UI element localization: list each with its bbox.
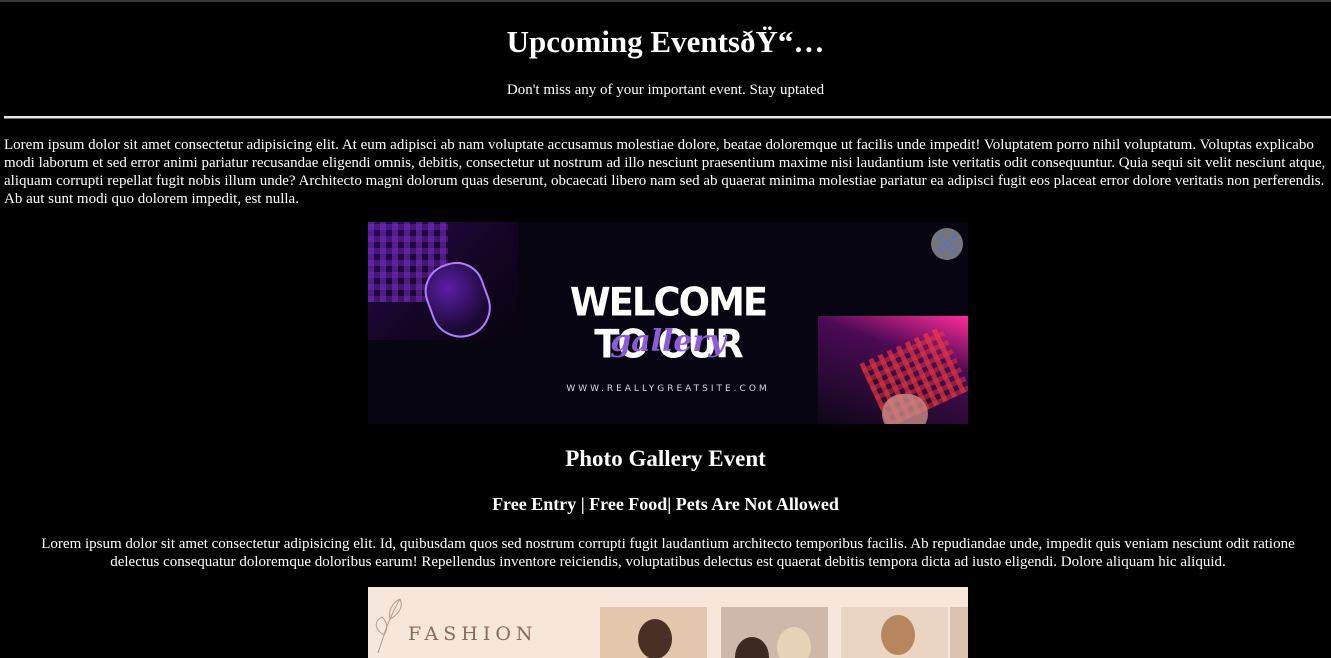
model-figure — [638, 619, 672, 658]
page-title: Upcoming EventsðŸ“… — [506, 24, 825, 59]
model-photo — [721, 607, 828, 658]
banner-script-text: gallery — [610, 324, 726, 359]
fashion-poster-image: FASHION — [368, 587, 968, 658]
model-photo — [950, 607, 968, 658]
event-description: Lorem ipsum dolor sit amet consectetur a… — [41, 536, 1295, 570]
model-photo — [600, 607, 707, 658]
fashion-poster-word: FASHION — [408, 623, 538, 645]
visual-search-icon[interactable] — [931, 228, 963, 260]
keyboard-mouse-photo — [368, 222, 518, 346]
visual-search-glyph — [938, 235, 956, 253]
intro-paragraph: Lorem ipsum dolor sit amet consectetur a… — [4, 137, 1326, 207]
model-photo — [841, 607, 948, 658]
event-tags: Free Entry | Free Food| Pets Are Not All… — [492, 494, 839, 514]
model-figure — [881, 615, 915, 655]
leaf-illustration — [375, 598, 402, 654]
horizontal-divider — [4, 116, 1331, 119]
page-subtitle: Don't miss any of your important event. … — [506, 82, 825, 98]
hand-graphic — [882, 394, 928, 424]
gallery-banner-image: WELCOME TO OUR gallery WWW.REALLYGREATSI… — [368, 222, 968, 424]
model-figure — [777, 627, 811, 658]
keyboard-hand-photo — [818, 316, 968, 424]
model-figure — [735, 637, 769, 658]
event-title: Photo Gallery Event — [565, 446, 766, 471]
banner-site-url: WWW.REALLYGREATSITE.COM — [566, 384, 770, 394]
